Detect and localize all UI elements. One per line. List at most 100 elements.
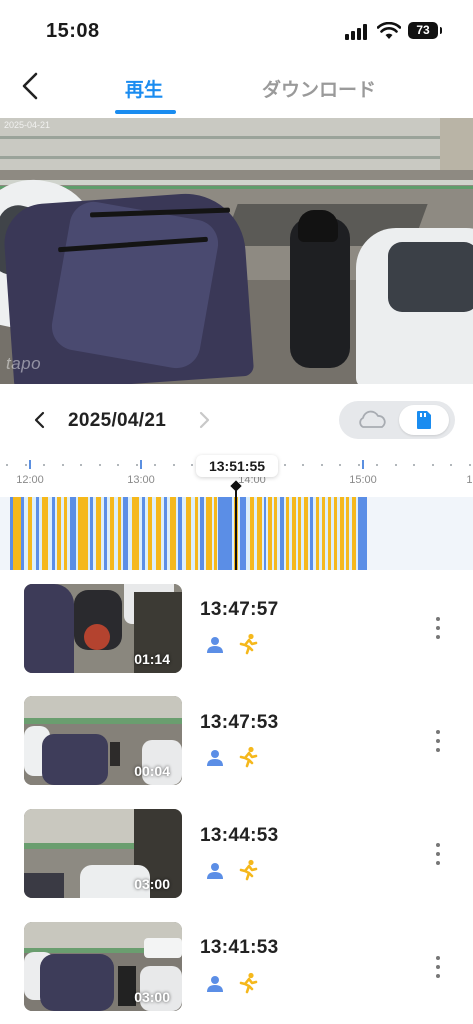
cloud-icon[interactable]	[347, 405, 397, 435]
current-time-label: 13:51:55	[196, 455, 278, 477]
timeline-minor-tick	[413, 464, 415, 466]
recording-time: 13:41:53	[200, 937, 279, 958]
recording-thumbnail[interactable]: 03:00	[24, 809, 182, 898]
recording-duration: 01:14	[134, 651, 170, 667]
sd-card-icon	[417, 411, 431, 429]
timeline-event-segment[interactable]	[28, 497, 32, 570]
timeline-event-segment[interactable]	[274, 497, 277, 570]
timeline-minor-tick	[172, 464, 175, 466]
timeline-event-segment[interactable]	[104, 497, 107, 570]
sd-card-toggle[interactable]	[399, 405, 449, 435]
prev-day-button[interactable]	[28, 408, 52, 432]
timeline-event-segment[interactable]	[240, 497, 246, 570]
timeline-event-segment[interactable]	[358, 497, 367, 570]
recording-thumbnail[interactable]: 03:00	[24, 922, 182, 1011]
video-car-window	[388, 242, 473, 312]
recording-item[interactable]: 03:00 13:41:53	[0, 911, 473, 1023]
timeline-event-segment[interactable]	[340, 497, 344, 570]
more-options-button[interactable]	[428, 952, 448, 982]
timeline-event-segment[interactable]	[218, 497, 232, 570]
timeline-event-segment[interactable]	[36, 497, 39, 570]
tab-download[interactable]: ダウンロード	[262, 75, 376, 102]
timeline-event-segment[interactable]	[257, 497, 262, 570]
timeline-event-segment[interactable]	[90, 497, 93, 570]
running-person-icon	[239, 746, 258, 768]
recording-duration: 00:04	[134, 763, 170, 779]
timeline-event-segment[interactable]	[178, 497, 182, 570]
timeline-minor-tick	[376, 464, 378, 466]
timeline-event-segment[interactable]	[64, 497, 67, 570]
timeline-event-segment[interactable]	[78, 497, 88, 570]
video-player[interactable]: 2025-04-21 tapo	[0, 118, 473, 384]
timeline-event-segment[interactable]	[164, 497, 167, 570]
back-button[interactable]	[14, 68, 46, 104]
timeline-event-segment[interactable]	[148, 497, 152, 570]
timeline-event-segment[interactable]	[96, 497, 101, 570]
tapo-watermark: tapo	[6, 354, 42, 373]
timeline-event-segment[interactable]	[42, 497, 48, 570]
recording-thumbnail[interactable]: 01:14	[24, 584, 182, 673]
timeline-event-segment[interactable]	[214, 497, 217, 570]
timeline-event-segment[interactable]	[310, 497, 313, 570]
timeline-event-segment[interactable]	[322, 497, 325, 570]
timeline-event-segment[interactable]	[123, 497, 128, 570]
timeline-minor-tick	[24, 464, 27, 466]
recording-item[interactable]: 00:04 13:47:53	[0, 685, 473, 797]
video-timestamp: 2025-04-21	[4, 120, 51, 130]
timeline-event-segment[interactable]	[132, 497, 139, 570]
more-options-button[interactable]	[428, 613, 448, 643]
timeline-event-segment[interactable]	[110, 497, 114, 570]
timeline-event-segment[interactable]	[292, 497, 296, 570]
more-options-button[interactable]	[428, 726, 448, 756]
timeline-event-segment[interactable]	[195, 497, 198, 570]
timeline-minor-tick	[154, 464, 156, 466]
playhead[interactable]	[235, 484, 237, 570]
timeline-event-segment[interactable]	[250, 497, 254, 570]
timeline-event-segment[interactable]	[21, 497, 24, 570]
person-icon	[207, 750, 223, 766]
timeline-event-segment[interactable]	[70, 497, 76, 570]
timeline[interactable]: 12:0013:0014:0015:0016: 13:51:55	[0, 452, 473, 570]
timeline-event-segment[interactable]	[200, 497, 204, 570]
timeline-event-segment[interactable]	[268, 497, 272, 570]
more-options-button[interactable]	[428, 839, 448, 869]
recording-item[interactable]: 03:00 13:44:53	[0, 798, 473, 910]
recording-item[interactable]: 01:14 13:47:57	[0, 572, 473, 684]
timeline-event-segment[interactable]	[334, 497, 337, 570]
video-fence-rail	[0, 136, 473, 139]
recording-time: 13:47:53	[200, 712, 279, 733]
timeline-event-segment[interactable]	[264, 497, 266, 570]
timeline-event-segment[interactable]	[52, 497, 55, 570]
timeline-event-segment[interactable]	[286, 497, 289, 570]
timeline-event-segment[interactable]	[57, 497, 61, 570]
timeline-event-segment[interactable]	[328, 497, 331, 570]
video-curb	[0, 180, 473, 185]
timeline-event-segment[interactable]	[352, 497, 356, 570]
status-time: 15:08	[46, 20, 100, 42]
timeline-event-segment[interactable]	[142, 497, 145, 570]
timeline-event-segment[interactable]	[280, 497, 284, 570]
date-label[interactable]: 2025/04/21	[68, 410, 166, 432]
timeline-minor-tick	[394, 464, 397, 466]
timeline-event-segment[interactable]	[206, 497, 212, 570]
timeline-minor-tick	[191, 464, 193, 466]
battery-indicator: 73	[408, 22, 442, 39]
timeline-event-segment[interactable]	[13, 497, 21, 570]
timeline-minor-tick	[450, 464, 452, 466]
timeline-major-tick	[362, 460, 364, 469]
timeline-event-segment[interactable]	[118, 497, 121, 570]
timeline-event-segment[interactable]	[346, 497, 349, 570]
tab-playback[interactable]: 再生	[125, 75, 163, 102]
video-fence	[0, 118, 473, 170]
timeline-event-segment[interactable]	[304, 497, 308, 570]
next-day-button[interactable]	[192, 408, 216, 432]
timeline-minor-tick	[80, 464, 82, 466]
video-scooter-box	[298, 210, 338, 242]
timeline-event-segment[interactable]	[156, 497, 161, 570]
recording-thumbnail[interactable]: 00:04	[24, 696, 182, 785]
timeline-event-segment[interactable]	[170, 497, 176, 570]
timeline-event-segment[interactable]	[298, 497, 301, 570]
timeline-event-segment[interactable]	[186, 497, 191, 570]
timeline-event-segment[interactable]	[316, 497, 319, 570]
timeline-minor-tick	[117, 464, 119, 466]
